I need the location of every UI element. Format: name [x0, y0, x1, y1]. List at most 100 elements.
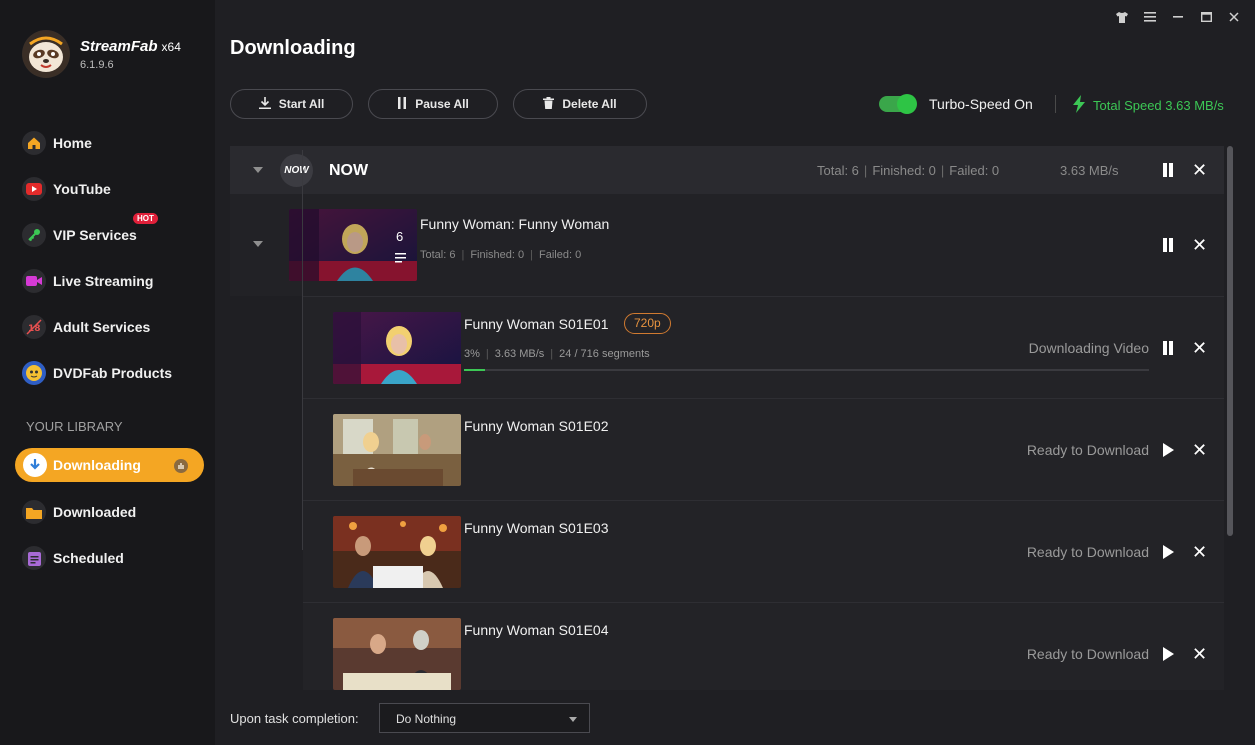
start-all-label: Start All: [278, 97, 325, 111]
adult-icon: 18: [22, 315, 46, 339]
sloth-logo-icon: [22, 30, 70, 78]
series-failed: Failed: 0: [539, 249, 582, 261]
trash-icon: [543, 96, 555, 112]
home-icon: [22, 131, 46, 155]
group-stats: Total: 6 | Finished: 0 | Failed: 0: [817, 163, 1000, 178]
group-failed: Failed: 0: [949, 163, 1000, 178]
total-speed-label: Total Speed 3.63 MB/s: [1093, 98, 1224, 113]
delete-all-button[interactable]: Delete All: [513, 89, 647, 119]
pause-all-label: Pause All: [415, 97, 469, 111]
now-logo-icon: NOW: [280, 154, 313, 187]
completion-label: Upon task completion:: [230, 711, 359, 726]
sidebar-item-label: Live Streaming: [53, 273, 154, 289]
episode-stats: 3% | 3.63 MB/s | 24 / 716 segments: [464, 348, 650, 360]
series-total: Total: 6: [420, 249, 456, 261]
episode-close-button[interactable]: ✕: [1192, 441, 1207, 459]
episode-thumbnail[interactable]: [333, 516, 461, 588]
collapse-series-icon[interactable]: [253, 241, 263, 247]
episode-play-button[interactable]: [1163, 443, 1174, 457]
episode-row: Funny Woman S01E02 Ready to Download ✕: [303, 398, 1224, 500]
sidebar: StreamFab x64 6.1.9.6 Home YouTube VIP Se…: [0, 0, 215, 745]
episode-play-button[interactable]: [1163, 647, 1174, 661]
playlist-icon: [395, 250, 406, 268]
download-icon: [258, 96, 271, 112]
shirt-icon[interactable]: [1115, 10, 1129, 24]
completion-action-select[interactable]: Do Nothing: [379, 703, 590, 733]
progress-fill: [464, 369, 485, 371]
sidebar-item-label: Scheduled: [53, 550, 124, 566]
app-window: StreamFab x64 6.1.9.6 Home YouTube VIP Se…: [0, 0, 1255, 745]
episode-title: Funny Woman S01E04: [464, 622, 609, 638]
tree-connector: [302, 150, 303, 550]
calendar-icon: [22, 546, 46, 570]
brand-text: StreamFab: [80, 38, 158, 55]
total-speed: Total Speed 3.63 MB/s: [1073, 95, 1224, 116]
sidebar-item-vip-services[interactable]: VIP Services HOT: [0, 213, 215, 250]
turbo-speed-toggle[interactable]: [879, 94, 917, 114]
sidebar-item-youtube[interactable]: YouTube: [0, 174, 215, 204]
menu-icon[interactable]: [1143, 10, 1157, 24]
episode-status: Downloading Video: [1028, 340, 1149, 356]
footer: Upon task completion: Do Nothing: [215, 690, 1255, 745]
sidebar-item-label: YouTube: [53, 181, 111, 197]
series-pause-button[interactable]: [1161, 237, 1175, 253]
maximize-icon[interactable]: [1199, 10, 1213, 24]
episode-status: Ready to Download: [1026, 442, 1149, 458]
sidebar-item-live-streaming[interactable]: Live Streaming: [0, 266, 215, 296]
episode-row: Funny Woman S01E04 Ready to Download ✕: [303, 602, 1224, 691]
group-header: NOW NOW Total: 6 | Finished: 0 | Failed: 0 3…: [230, 146, 1224, 194]
main-panel: Downloading Start All Pause All Delete A…: [215, 0, 1255, 745]
progress-bar: [464, 369, 1149, 371]
dvdfab-icon: [22, 361, 46, 385]
group-finished: Finished: 0: [872, 163, 936, 178]
svg-text:18: 18: [28, 324, 41, 334]
pause-icon: [397, 96, 407, 112]
close-icon[interactable]: [1227, 10, 1241, 24]
episode-title: Funny Woman S01E02: [464, 418, 609, 434]
episode-close-button[interactable]: ✕: [1192, 645, 1207, 663]
sidebar-item-label: Adult Services: [53, 319, 151, 335]
library-title: YOUR LIBRARY: [26, 419, 123, 434]
download-list: NOW NOW Total: 6 | Finished: 0 | Failed: 0 3…: [230, 146, 1224, 691]
sidebar-item-adult-services[interactable]: 18 Adult Services: [0, 312, 215, 342]
episode-close-button[interactable]: ✕: [1192, 543, 1207, 561]
sidebar-item-downloaded[interactable]: Downloaded: [0, 497, 215, 527]
group-pause-button[interactable]: [1161, 162, 1175, 178]
collapse-group-icon[interactable]: [253, 167, 263, 173]
download-icon: [23, 453, 47, 477]
episode-title: Funny Woman S01E01: [464, 316, 609, 332]
minimize-icon[interactable]: [1171, 10, 1185, 24]
series-thumbnail[interactable]: [289, 209, 417, 281]
sidebar-item-home[interactable]: Home: [0, 128, 215, 158]
divider: [1055, 95, 1056, 113]
sidebar-item-scheduled[interactable]: Scheduled: [0, 543, 215, 573]
quality-badge: 720p: [624, 313, 671, 334]
series-title: Funny Woman: Funny Woman: [420, 216, 610, 232]
series-row: 6 Funny Woman: Funny Woman Total: 6 | Fini…: [230, 194, 1224, 296]
sidebar-item-dvdfab-products[interactable]: DVDFab Products: [0, 358, 215, 388]
chevron-down-icon: [569, 717, 577, 722]
episode-pause-button[interactable]: [1161, 340, 1175, 356]
episode-percent: 3%: [464, 348, 480, 360]
group-close-button[interactable]: ✕: [1192, 161, 1207, 179]
episode-thumbnail[interactable]: [333, 312, 461, 384]
pause-all-button[interactable]: Pause All: [368, 89, 498, 119]
camera-icon: [22, 269, 46, 293]
series-count: 6: [396, 229, 404, 244]
brand-arch: x64: [161, 40, 181, 54]
app-logo: StreamFab x64 6.1.9.6: [22, 30, 212, 80]
episode-thumbnail[interactable]: [333, 414, 461, 486]
lightning-icon: [1073, 95, 1085, 116]
window-controls: [1115, 10, 1241, 24]
episode-play-button[interactable]: [1163, 545, 1174, 559]
episode-close-button[interactable]: ✕: [1192, 339, 1207, 357]
series-close-button[interactable]: ✕: [1192, 236, 1207, 254]
group-speed: 3.63 MB/s: [1060, 163, 1119, 178]
sidebar-item-label: VIP Services: [53, 227, 137, 243]
toggle-knob: [897, 94, 917, 114]
group-name: NOW: [329, 162, 369, 179]
episode-thumbnail[interactable]: [333, 618, 461, 690]
list-scrollbar[interactable]: [1227, 146, 1233, 536]
start-all-button[interactable]: Start All: [230, 89, 353, 119]
sidebar-item-downloading[interactable]: Downloading: [15, 448, 204, 482]
